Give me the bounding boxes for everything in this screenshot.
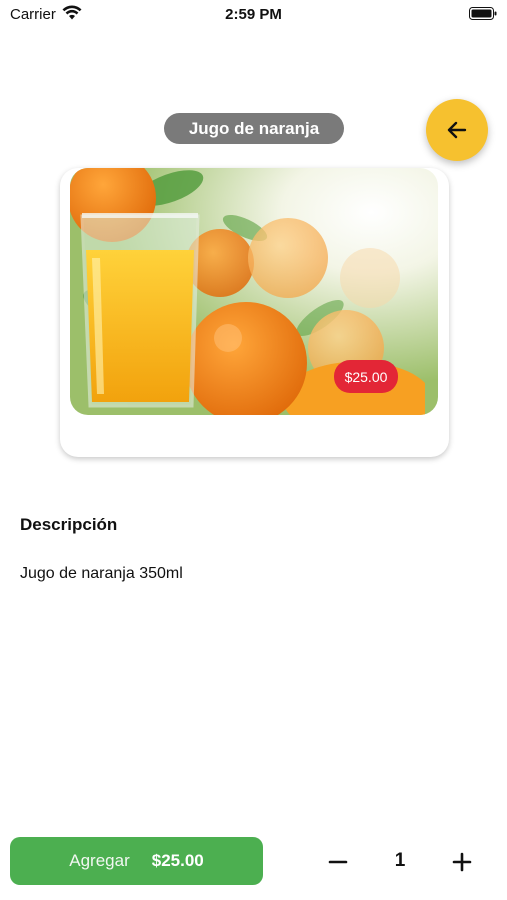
page-title: Jugo de naranja <box>164 113 344 144</box>
quantity-value: 1 <box>394 850 406 871</box>
add-button-price: $25.00 <box>151 851 204 870</box>
product-card: $25.00 <box>60 168 449 457</box>
battery-icon <box>469 7 497 20</box>
minus-icon <box>328 860 348 864</box>
status-time: 2:59 PM <box>225 6 282 23</box>
increase-quantity-button[interactable] <box>446 846 478 878</box>
plus-icon <box>452 852 472 872</box>
price-badge: $25.00 <box>334 360 398 393</box>
add-button-label: Agregar <box>69 851 130 870</box>
arrow-left-icon <box>447 121 467 139</box>
back-button[interactable] <box>426 99 488 161</box>
description-text: Jugo de naranja 350ml <box>20 565 183 582</box>
decrease-quantity-button[interactable] <box>322 846 354 878</box>
add-to-cart-button[interactable]: Agregar $25.00 <box>10 837 263 885</box>
description-heading: Descripción <box>20 515 118 534</box>
status-bar: Carrier 2:59 PM <box>0 0 507 30</box>
